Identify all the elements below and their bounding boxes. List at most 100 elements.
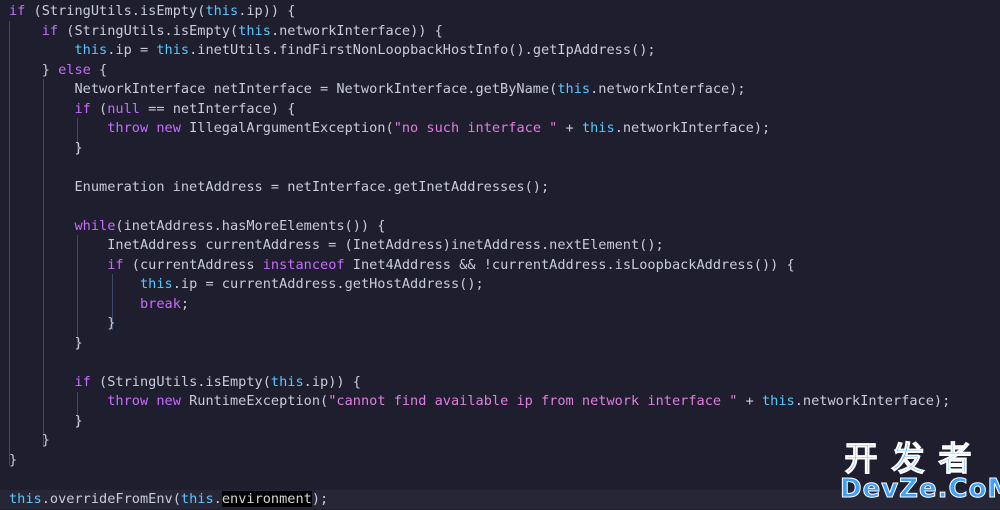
code-token: .networkInterface); [590,81,746,97]
code-token: null [107,100,140,117]
code-token: .networkInterface); [794,393,951,409]
code-token: ( [90,100,108,117]
code-token: Inet4Address && !currentAddress.isLoopba… [344,256,795,273]
code-token: this [180,490,214,507]
code-line[interactable]: throw new IllegalArgumentException("no s… [0,119,1000,139]
code-token: (currentAddress [123,256,263,273]
code-token: this [270,373,304,390]
code-token: if [41,22,59,39]
code-line[interactable]: } [0,334,1000,354]
code-token: } [9,61,59,78]
code-token: .inetUtils.findFirstNonLoopbackHostInfo(… [189,42,656,58]
code-token: } [9,139,83,156]
code-token: this [581,120,615,136]
code-line[interactable]: if (StringUtils.isEmpty(this.ip)) { [0,373,1000,393]
code-token: .ip = currentAddress.getHostAddress(); [172,276,484,292]
code-line[interactable] [0,158,1000,178]
code-token: } [9,315,116,331]
code-token: == netInterface) { [139,100,296,117]
code-token: .ip)) { [238,3,296,19]
code-line[interactable]: } [0,139,1000,159]
code-token: } [9,451,18,468]
code-token: instanceof [262,256,345,273]
code-line[interactable]: while(inetAddress.hasMoreElements()) { [0,217,1000,237]
code-token: ; [180,295,190,312]
code-line[interactable]: if (currentAddress instanceof Inet4Addre… [0,256,1000,276]
code-line[interactable]: } [0,314,1000,334]
code-token: RuntimeException( [180,393,329,409]
code-token: throw [107,393,149,409]
code-token: new [156,120,181,136]
code-token: if [74,100,91,117]
code-line[interactable]: InetAddress currentAddress = (InetAddres… [0,236,1000,256]
watermark-cn: 开发者 [844,439,986,478]
code-token: if [107,256,124,273]
code-token: this [156,42,190,58]
code-token: (StringUtils.isEmpty( [25,3,206,19]
watermark-logo: 开发者 DevZe.CoM [840,439,1000,505]
code-token: (inetAddress.hasMoreElements()) { [115,217,386,234]
code-token: } [9,412,83,429]
code-line[interactable]: } [0,412,1000,432]
code-token: .networkInterface)) { [270,22,443,39]
code-line[interactable]: NetworkInterface netInterface = NetworkI… [0,80,1000,100]
code-line[interactable]: if (StringUtils.isEmpty(this.ip)) { [0,2,1000,22]
code-token: throw [107,120,149,136]
code-line[interactable]: break; [0,295,1000,315]
code-token: this [557,81,591,97]
code-line[interactable] [0,353,1000,373]
code-token: break [139,295,181,312]
code-token: NetworkInterface netInterface = NetworkI… [9,81,558,97]
code-token: if [9,3,26,19]
code-editor[interactable]: if (StringUtils.isEmpty(this.ip)) { if (… [0,0,1000,510]
code-token: + [737,393,762,409]
code-token: "no such interface " [393,120,558,136]
code-token: this [762,393,795,409]
code-line[interactable]: } else { [0,61,1000,81]
code-token: "cannot find available ip from network i… [328,393,738,409]
code-token: this [238,22,271,39]
code-line[interactable]: Enumeration inetAddress = netInterface.g… [0,178,1000,198]
watermark-en: DevZe.CoM [840,474,1000,505]
code-token: } [9,432,50,448]
code-token: .networkInterface); [614,120,771,136]
code-line[interactable]: this.ip = currentAddress.getHostAddress(… [0,275,1000,295]
code-line[interactable]: if (null == netInterface) { [0,100,1000,120]
code-token: new [156,393,181,409]
code-token: this [205,3,239,19]
code-line[interactable]: throw new RuntimeException("cannot find … [0,392,1000,412]
code-token: { [90,61,108,78]
code-token: this [74,42,108,58]
code-token: while [74,217,116,234]
code-line[interactable]: this.ip = this.inetUtils.findFirstNonLoo… [0,41,1000,61]
code-token: Enumeration inetAddress = netInterface.g… [9,178,550,195]
code-token: InetAddress currentAddress = (InetAddres… [9,237,664,253]
code-token: } [9,334,83,351]
code-token: environment [221,490,312,507]
code-token: + [557,120,582,136]
code-line[interactable] [0,197,1000,217]
code-token: if [74,373,91,390]
code-token: this [9,490,42,507]
code-token: else [58,61,91,78]
code-token: (StringUtils.isEmpty( [90,373,271,390]
code-token: .ip = [107,42,157,58]
code-token: . [213,490,222,507]
code-token: .ip)) { [303,373,361,390]
code-line[interactable]: if (StringUtils.isEmpty(this.networkInte… [0,22,1000,42]
code-token: ); [311,490,329,507]
code-token: .overrideFromEnv( [41,490,181,507]
code-token: IllegalArgumentException( [180,120,394,136]
code-token: this [139,276,173,292]
code-token: (StringUtils.isEmpty( [58,22,239,39]
